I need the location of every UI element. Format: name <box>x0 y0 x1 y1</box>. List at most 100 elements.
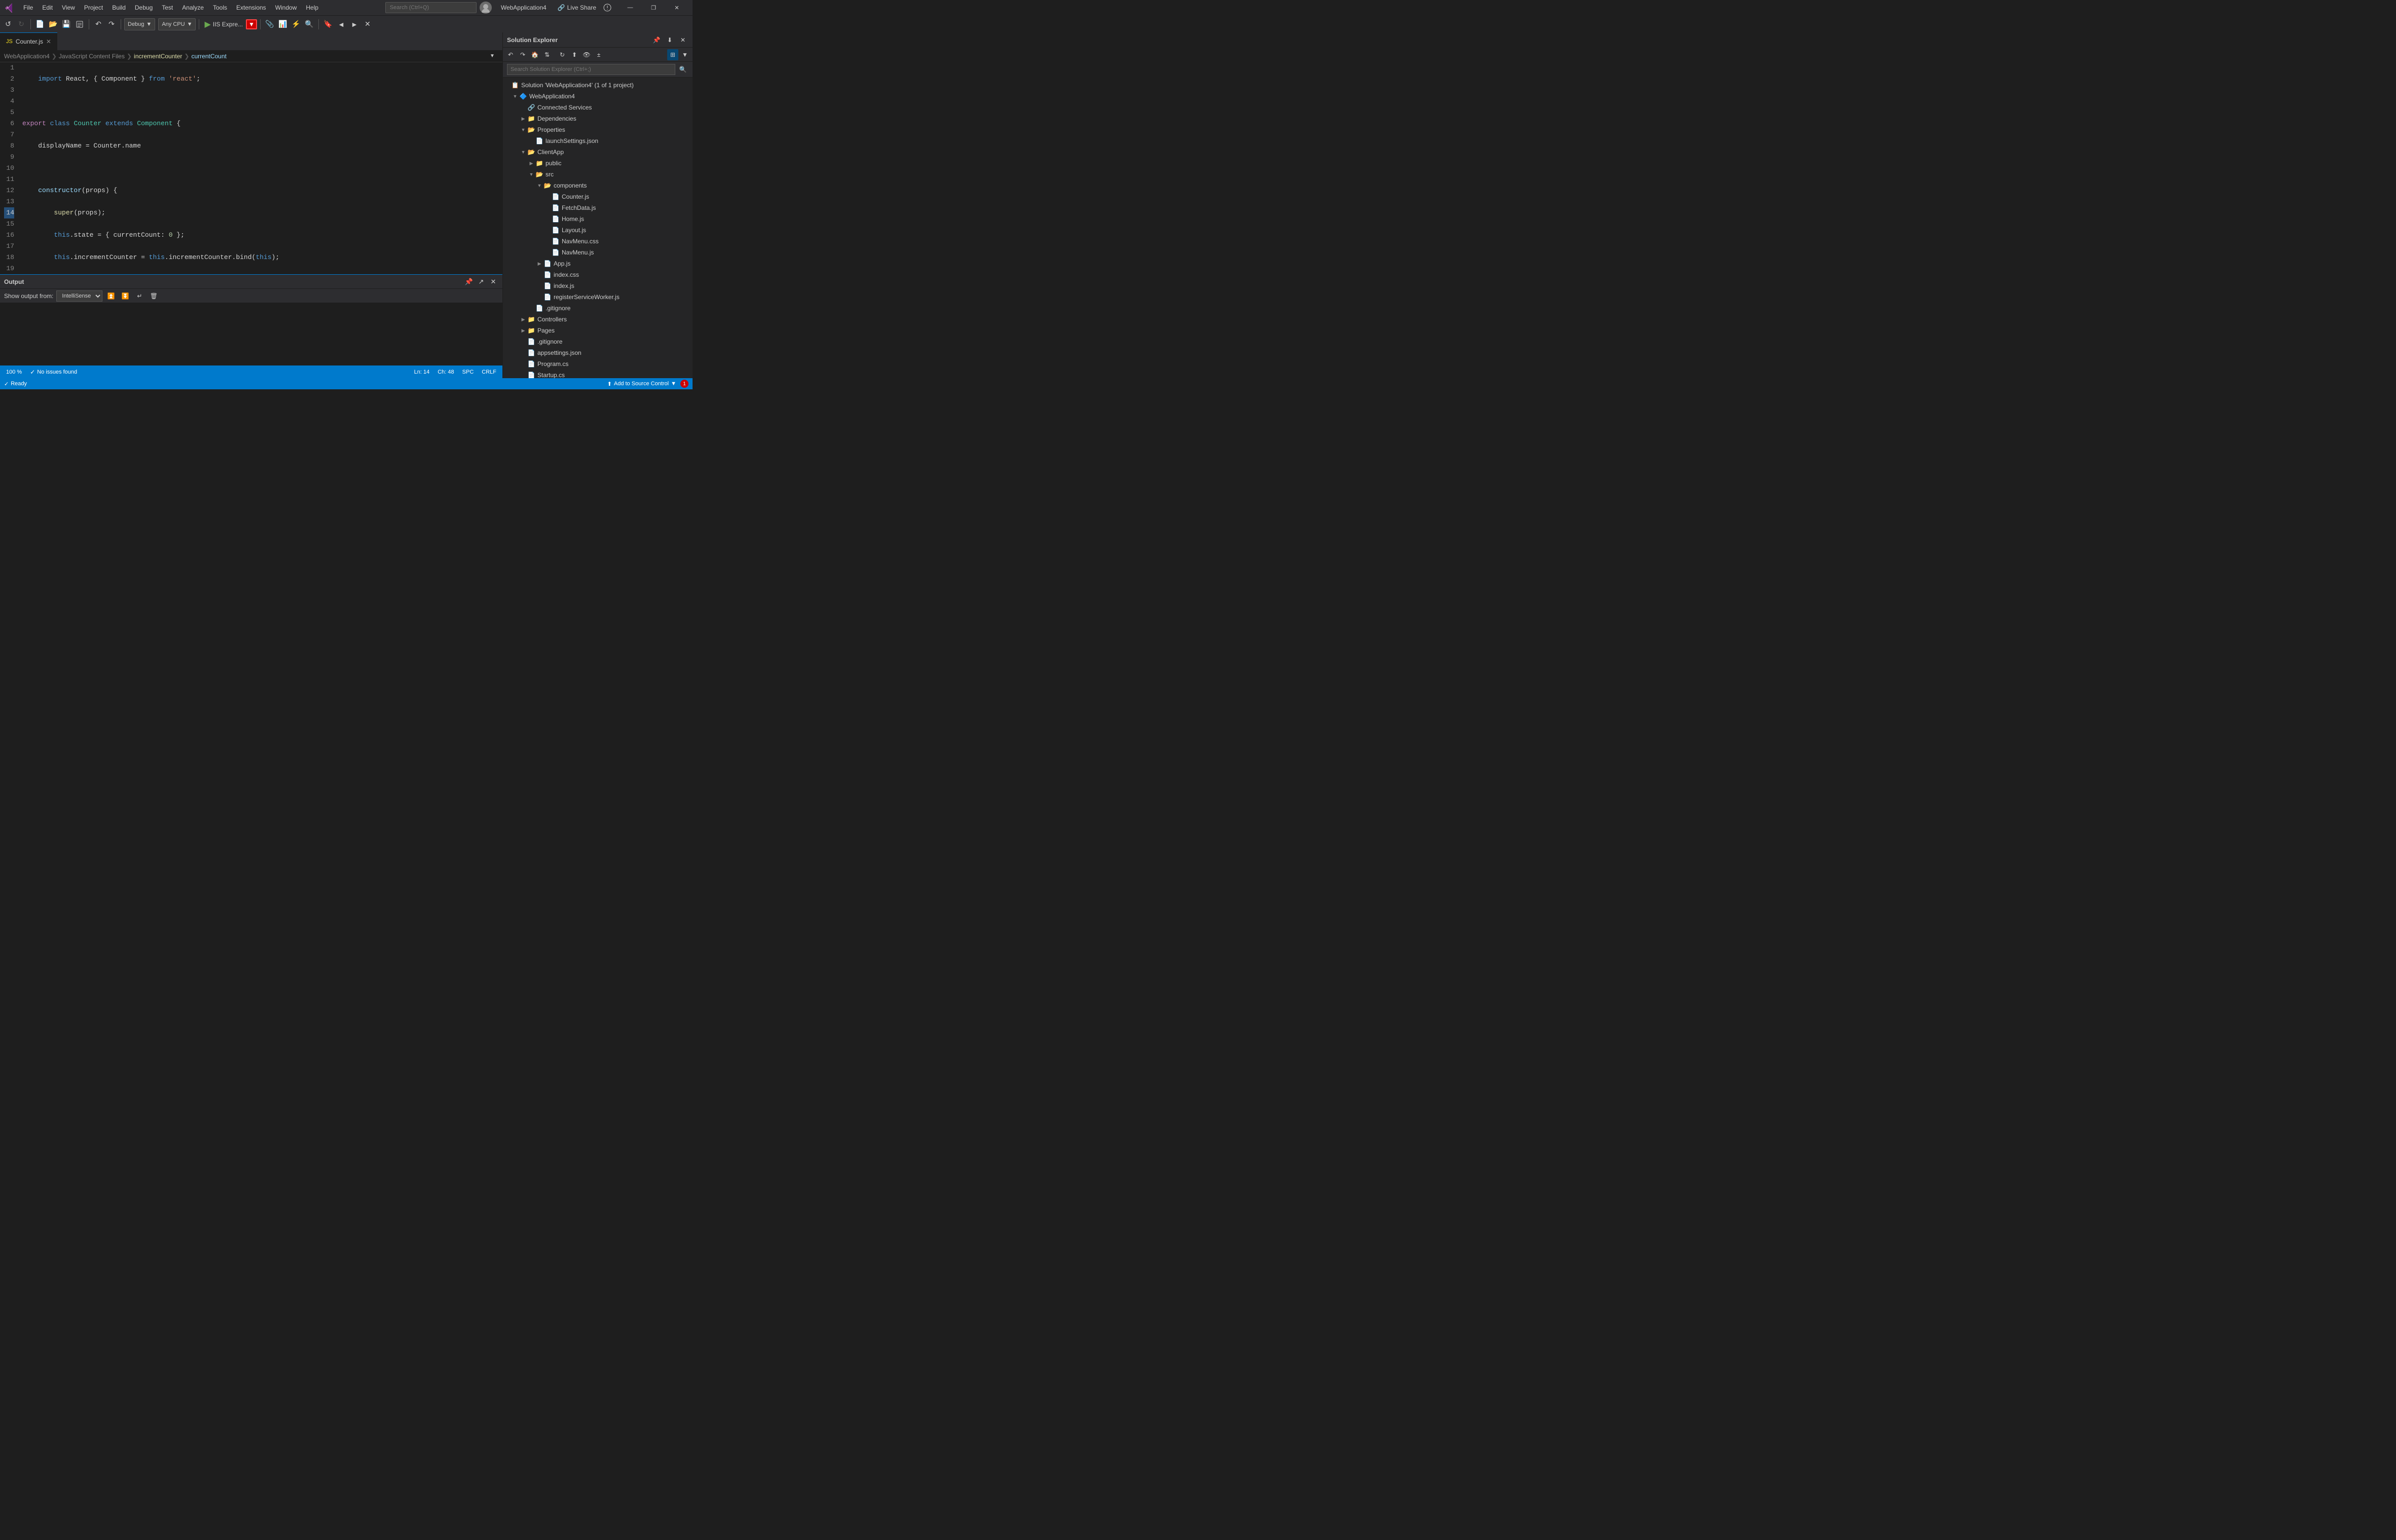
se-pin-btn[interactable]: 📌 <box>651 34 662 46</box>
menu-test[interactable]: Test <box>158 2 177 14</box>
zoom-level[interactable]: 100 % <box>4 369 24 375</box>
menu-window[interactable]: Window <box>271 2 301 14</box>
tree-toggle-project[interactable]: ▼ <box>511 92 519 100</box>
save-all-btn[interactable] <box>74 18 86 30</box>
menu-help[interactable]: Help <box>302 2 322 14</box>
menu-extensions[interactable]: Extensions <box>232 2 270 14</box>
issues-status[interactable]: ✓ No issues found <box>28 369 79 376</box>
tab-close-counterjs[interactable]: ✕ <box>46 38 51 45</box>
breadcrumb-var[interactable]: currentCount <box>191 53 226 60</box>
menu-view[interactable]: View <box>58 2 79 14</box>
editor-vertical-scrollbar[interactable] <box>495 62 502 274</box>
output-source-select[interactable]: IntelliSense <box>56 290 102 302</box>
tree-item-appsettings[interactable]: 📄appsettings.json <box>503 347 693 358</box>
back-btn[interactable]: ↺ <box>2 18 14 30</box>
tree-item-layout[interactable]: 📄Layout.js <box>503 225 693 236</box>
live-share-button[interactable]: 🔗 Live Share <box>554 3 600 12</box>
menu-analyze[interactable]: Analyze <box>178 2 208 14</box>
prev-bookmark-btn[interactable]: ◄ <box>335 18 347 30</box>
menu-edit[interactable]: Edit <box>38 2 57 14</box>
se-refresh-btn[interactable]: ↻ <box>557 49 568 60</box>
line-ending[interactable]: CRLF <box>480 369 498 375</box>
minimize-button[interactable]: — <box>619 0 642 15</box>
attach-btn[interactable]: 📎 <box>264 18 276 30</box>
se-collapse-btn[interactable]: ⬆ <box>569 49 580 60</box>
menu-project[interactable]: Project <box>80 2 107 14</box>
tree-toggle-components[interactable]: ▼ <box>535 181 543 190</box>
tree-item-registerworker[interactable]: 📄registerServiceWorker.js <box>503 291 693 303</box>
output-wrap-btn[interactable]: ↵ <box>134 290 145 302</box>
tree-item-launchsettings[interactable]: 📄launchSettings.json <box>503 135 693 146</box>
tree-item-fetchdata[interactable]: 📄FetchData.js <box>503 202 693 213</box>
tree-item-home[interactable]: 📄Home.js <box>503 213 693 225</box>
tree-item-src[interactable]: ▼📂src <box>503 169 693 180</box>
bookmark-btn[interactable]: 🔖 <box>322 18 334 30</box>
perf-btn[interactable]: ⚡ <box>290 18 302 30</box>
forward-btn[interactable]: ↻ <box>15 18 27 30</box>
se-expand-btn[interactable]: ⬇ <box>664 34 675 46</box>
encoding-status[interactable]: SPC <box>460 369 476 375</box>
new-file-btn[interactable]: 📄 <box>34 18 46 30</box>
open-btn[interactable]: 📂 <box>47 18 59 30</box>
menu-tools[interactable]: Tools <box>209 2 231 14</box>
tree-item-gitignore2[interactable]: 📄.gitignore <box>503 303 693 314</box>
tree-item-connected[interactable]: 🔗Connected Services <box>503 102 693 113</box>
tree-item-program[interactable]: 📄Program.cs <box>503 358 693 370</box>
tree-item-dependencies[interactable]: ▶📁Dependencies <box>503 113 693 124</box>
code-content[interactable]: import React, { Component } from 'react'… <box>22 62 495 274</box>
run-button[interactable]: ▶ IIS Expre... <box>202 18 245 30</box>
tree-toggle-pages[interactable]: ▶ <box>519 326 527 335</box>
menu-build[interactable]: Build <box>108 2 130 14</box>
run-highlight-btn[interactable]: ▼ <box>246 19 257 29</box>
se-filter-btn[interactable]: ▼ <box>679 49 691 60</box>
breadcrumb-funcmenu[interactable]: incrementCounter <box>134 53 182 60</box>
tree-toggle-dependencies[interactable]: ▶ <box>519 115 527 123</box>
tree-item-navmenucss[interactable]: 📄NavMenu.css <box>503 236 693 247</box>
tree-item-controllers[interactable]: ▶📁Controllers <box>503 314 693 325</box>
se-search-icon[interactable]: 🔍 <box>677 64 688 75</box>
tree-toggle-src[interactable]: ▼ <box>527 170 535 178</box>
tree-item-pages[interactable]: ▶📁Pages <box>503 325 693 336</box>
tree-item-components[interactable]: ▼📂components <box>503 180 693 191</box>
se-forward-btn[interactable]: ↷ <box>517 49 528 60</box>
add-source-control-btn[interactable]: ⬆ Add to Source Control ▼ 1 <box>607 380 688 388</box>
diag-btn[interactable]: 🔍 <box>303 18 315 30</box>
output-clear-btn[interactable]: 🗑 <box>148 290 159 302</box>
se-git-btn[interactable]: ± <box>593 49 604 60</box>
tree-item-project[interactable]: ▼🔷WebApplication4 <box>503 91 693 102</box>
tree-item-clientapp[interactable]: ▼📂ClientApp <box>503 146 693 158</box>
redo-btn[interactable]: ↷ <box>105 18 118 30</box>
tree-toggle-properties[interactable]: ▼ <box>519 126 527 134</box>
save-btn[interactable]: 💾 <box>60 18 72 30</box>
tree-item-indexcss[interactable]: 📄index.css <box>503 269 693 280</box>
tree-toggle-clientapp[interactable]: ▼ <box>519 148 527 156</box>
se-sync-btn[interactable]: ⇅ <box>541 49 553 60</box>
tree-toggle-appjs[interactable]: ▶ <box>535 260 543 268</box>
tree-item-appjs[interactable]: ▶📄App.js <box>503 258 693 269</box>
line-position[interactable]: Ln: 14 <box>412 369 432 375</box>
se-view-btn[interactable]: 👁 <box>581 49 592 60</box>
tab-counter-js[interactable]: JS Counter.js ✕ <box>0 32 57 50</box>
profiler-btn[interactable]: 📊 <box>277 18 289 30</box>
col-position[interactable]: Ch: 48 <box>435 369 456 375</box>
global-search[interactable] <box>385 2 477 13</box>
output-pin-btn[interactable]: 📌 <box>464 277 474 287</box>
tree-item-solution[interactable]: 📋Solution 'WebApplication4' (1 of 1 proj… <box>503 80 693 91</box>
tree-item-counter[interactable]: 📄Counter.js <box>503 191 693 202</box>
menu-file[interactable]: File <box>19 2 37 14</box>
output-float-btn[interactable]: ↗ <box>476 277 486 287</box>
maximize-button[interactable]: ❐ <box>642 0 665 15</box>
config-dropdown[interactable]: Debug ▼ <box>124 18 155 30</box>
tree-item-properties[interactable]: ▼📂Properties <box>503 124 693 135</box>
platform-dropdown[interactable]: Any CPU ▼ <box>158 18 196 30</box>
next-bookmark-btn[interactable]: ► <box>348 18 360 30</box>
se-back-btn[interactable]: ↶ <box>505 49 516 60</box>
tree-item-rootgitignore[interactable]: 📄.gitignore <box>503 336 693 347</box>
menu-debug[interactable]: Debug <box>131 2 157 14</box>
output-scroll-top-btn[interactable]: ⏫ <box>105 290 117 302</box>
se-switch-view-btn[interactable]: ⊞ <box>667 49 678 60</box>
close-button[interactable]: ✕ <box>665 0 688 15</box>
se-search-input[interactable] <box>507 64 675 75</box>
undo-btn[interactable]: ↶ <box>92 18 104 30</box>
output-scroll-bottom-btn[interactable]: ⏬ <box>120 290 131 302</box>
